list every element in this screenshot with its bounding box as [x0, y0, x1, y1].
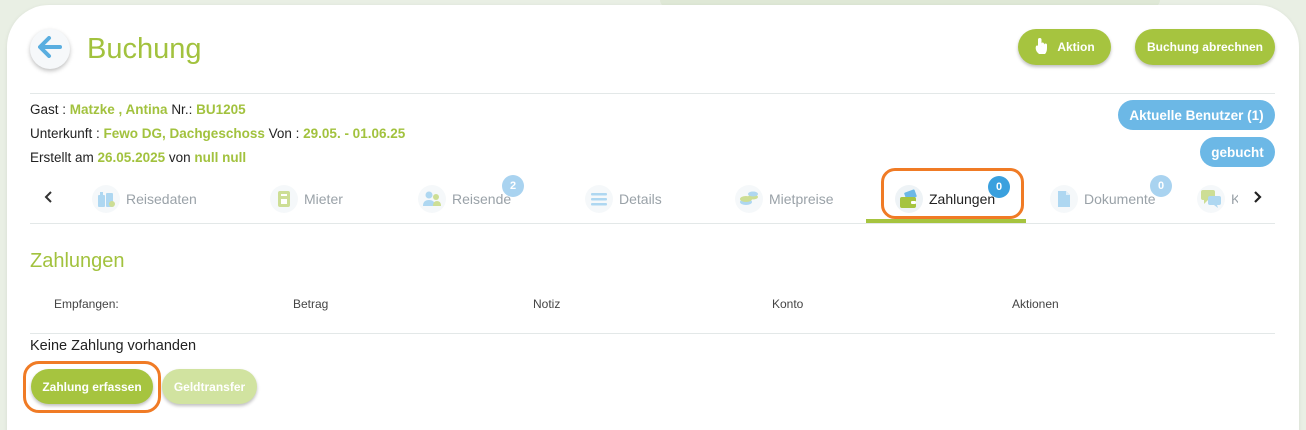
- chevron-right-icon: [1252, 188, 1262, 209]
- action-button-label: Aktion: [1057, 40, 1095, 54]
- tab-mietpreise[interactable]: Mietpreise: [735, 175, 834, 223]
- document-icon: [1050, 185, 1078, 213]
- tab-label: Reisedaten: [126, 191, 197, 207]
- list-icon: [585, 185, 613, 213]
- tab-dokumente[interactable]: Dokumente 0: [1050, 175, 1172, 223]
- tab-mieter[interactable]: Mieter: [270, 175, 343, 223]
- column-header-amount: Betrag: [293, 297, 329, 311]
- page-title: Buchung: [87, 33, 202, 65]
- created-date: 26.05.2025: [97, 150, 166, 165]
- tab-label: Mieter: [304, 191, 343, 207]
- no-payments-message: Keine Zahlung vorhanden: [30, 338, 197, 354]
- highlight-add-payment: [23, 361, 161, 413]
- guest-name: Matzke , Antina: [69, 102, 168, 117]
- chat-icon: [1197, 185, 1225, 213]
- id-card-icon: [270, 185, 298, 213]
- tab-label: Reisende: [452, 191, 512, 207]
- people-icon: [418, 185, 446, 213]
- tab-label: Mietpreise: [769, 191, 834, 207]
- column-header-received: Empfangen:: [54, 297, 119, 311]
- hand-pointer-icon: [1034, 37, 1048, 58]
- tab-kommunikation[interactable]: K: [1197, 175, 1238, 223]
- active-tab-indicator: [866, 219, 1026, 223]
- tabs-scroll-right-button[interactable]: [1244, 185, 1270, 211]
- tab-reisedaten[interactable]: Reisedaten: [92, 175, 197, 223]
- money-transfer-button[interactable]: Geldtransfer: [162, 369, 257, 404]
- highlight-tab-zahlungen: [881, 168, 1024, 219]
- table-header-divider: [30, 333, 1275, 334]
- tab-label: Details: [619, 191, 662, 207]
- header-divider: [30, 93, 1275, 94]
- stay-period: 29.05. - 01.06.25: [303, 126, 406, 141]
- column-header-actions: Aktionen: [1012, 297, 1059, 311]
- payments-section-title: Zahlungen: [30, 250, 125, 272]
- status-badge: gebucht: [1200, 137, 1275, 167]
- tab-bar-divider: [30, 223, 1275, 224]
- created-info-line: Erstellt am 26.05.2025 von null null: [30, 150, 247, 165]
- tab-label: Dokumente: [1084, 191, 1156, 207]
- action-button[interactable]: Aktion: [1018, 29, 1111, 65]
- back-button[interactable]: [30, 29, 70, 69]
- tab-label: K: [1231, 191, 1238, 207]
- current-users-badge[interactable]: Aktuelle Benutzer (1): [1118, 100, 1275, 130]
- suitcase-icon: [92, 185, 120, 213]
- tab-badge: 2: [502, 175, 524, 197]
- coins-icon: [735, 185, 763, 213]
- tab-bar: Reisedaten Mieter Reisende 2 Details Mie…: [66, 175, 1238, 223]
- tab-reisende[interactable]: Reisende 2: [418, 175, 524, 223]
- column-header-note: Notiz: [533, 297, 561, 311]
- chevron-left-icon: [44, 188, 54, 209]
- column-header-account: Konto: [772, 297, 804, 311]
- accommodation-info-line: Unterkunft : Fewo DG, Dachgeschoss Von :…: [30, 126, 406, 141]
- invoice-booking-button[interactable]: Buchung abrechnen: [1135, 29, 1275, 65]
- tab-badge: 0: [1150, 175, 1172, 197]
- arrow-left-icon: [38, 35, 62, 63]
- booking-number: BU1205: [196, 102, 246, 117]
- tabs-scroll-left-button[interactable]: [36, 185, 62, 211]
- accommodation-name: Fewo DG, Dachgeschoss: [103, 126, 265, 141]
- guest-info-line: Gast : Matzke , Antina Nr.: BU1205: [30, 102, 246, 117]
- created-by: null null: [194, 150, 247, 165]
- tab-details[interactable]: Details: [585, 175, 662, 223]
